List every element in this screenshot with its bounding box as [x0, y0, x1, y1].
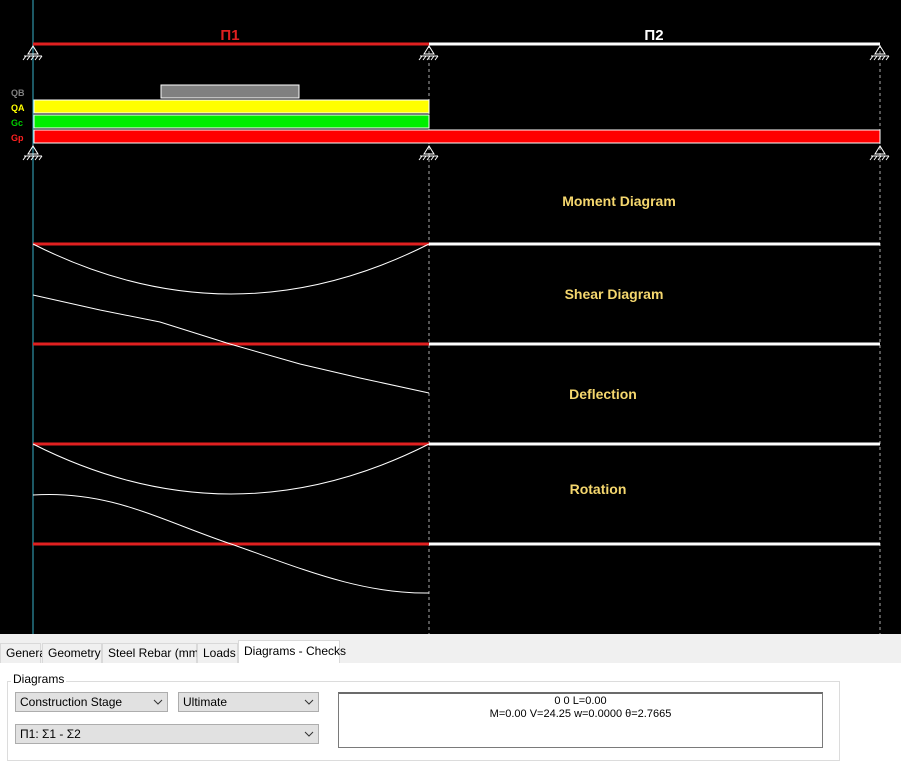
- load-bar-gp[interactable]: [33, 129, 881, 144]
- load-bar-gc[interactable]: [33, 114, 430, 129]
- beam-diagram-svg[interactable]: Π1 Π2 QB QA Gc Gp Moment Diagram Shear D…: [0, 0, 901, 634]
- tab-steel-rebar[interactable]: Steel Rebar (mm): [102, 643, 203, 663]
- chevron-down-icon: [304, 699, 314, 705]
- info-values-line: M=0.00 V=24.25 w=0.0000 θ=2.7665: [489, 708, 672, 720]
- moment-curve: [32, 243, 430, 295]
- diagrams-panel: Diagrams Construction Stage Ultimate Π1:…: [0, 663, 901, 770]
- results-info-box: 0 0 L=0.00 M=0.00 V=24.25 w=0.0000 θ=2.7…: [338, 692, 823, 748]
- tab-diagrams-checks[interactable]: Diagrams - Checks: [238, 640, 346, 664]
- stage-select-value: Construction Stage: [20, 695, 123, 709]
- tab-loads[interactable]: Loads: [197, 643, 238, 663]
- tab-bar: General Geometry Steel Rebar (mm) Loads …: [0, 634, 901, 664]
- shear-diagram-title: Shear Diagram: [565, 286, 664, 302]
- load-label-gc: Gc: [11, 118, 23, 128]
- load-label-qa: QA: [11, 103, 25, 113]
- state-select[interactable]: Ultimate: [178, 692, 319, 712]
- span-label-p2: Π2: [644, 27, 663, 44]
- tab-general[interactable]: General: [0, 643, 49, 663]
- load-label-qb: QB: [11, 88, 25, 98]
- info-position-line: 0 0 L=0.00: [554, 695, 607, 707]
- deflection-title: Deflection: [569, 386, 637, 402]
- load-label-gp: Gp: [11, 133, 24, 143]
- tab-geometry[interactable]: Geometry: [42, 643, 102, 663]
- stage-select[interactable]: Construction Stage: [15, 692, 168, 712]
- load-bar-qa[interactable]: [33, 99, 430, 114]
- span-label-p1: Π1: [220, 27, 239, 44]
- diagrams-group-label: Diagrams: [11, 672, 67, 686]
- moment-diagram-title: Moment Diagram: [562, 193, 676, 209]
- chevron-down-icon: [153, 699, 163, 705]
- rotation-title: Rotation: [570, 481, 627, 497]
- load-bar-qb[interactable]: [160, 84, 300, 99]
- span-select-value: Π1: Σ1 - Σ2: [20, 727, 81, 741]
- span-select[interactable]: Π1: Σ1 - Σ2: [15, 724, 319, 744]
- deflection-curve: [32, 443, 430, 495]
- state-select-value: Ultimate: [183, 695, 228, 709]
- beam-diagram-canvas[interactable]: Π1 Π2 QB QA Gc Gp Moment Diagram Shear D…: [0, 0, 901, 634]
- chevron-down-icon: [304, 731, 314, 737]
